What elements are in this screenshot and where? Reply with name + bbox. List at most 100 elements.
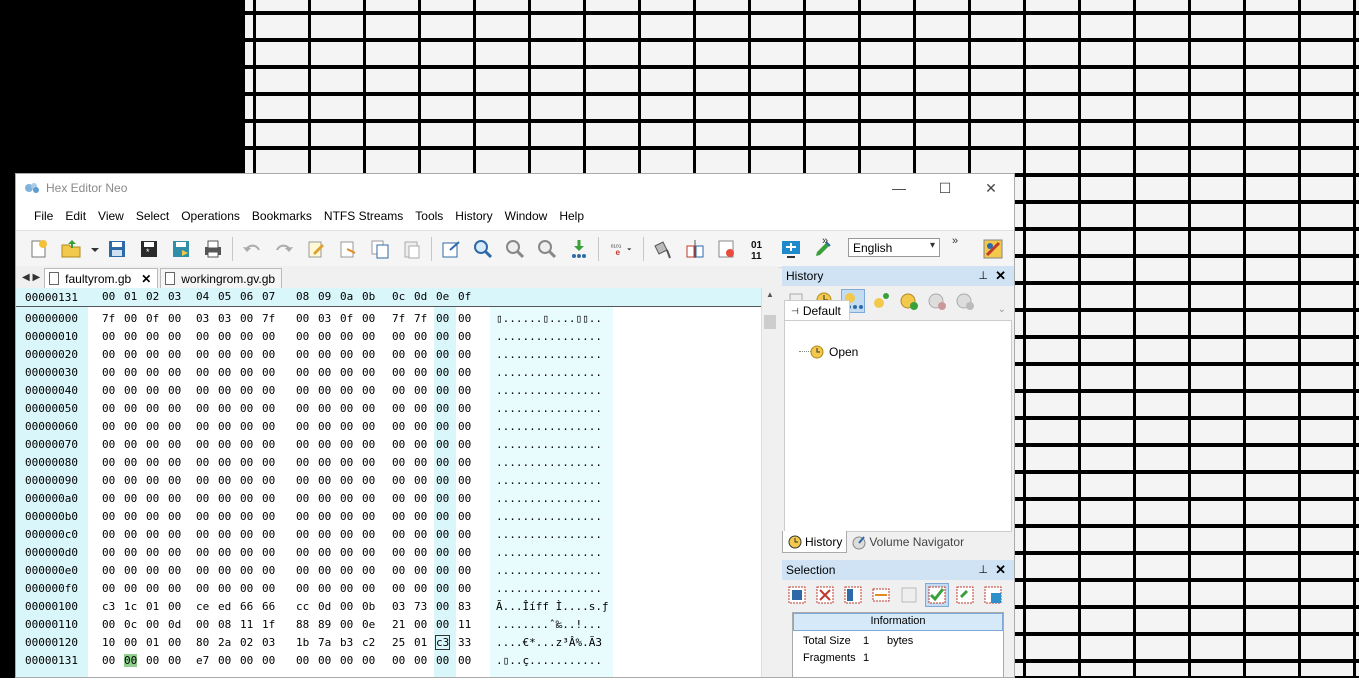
fill-icon[interactable] <box>650 236 676 262</box>
select-invert-icon[interactable] <box>842 584 864 606</box>
hex-byte[interactable]: 00 <box>240 456 253 469</box>
hex-byte[interactable]: 00 <box>318 456 331 469</box>
hex-byte[interactable]: 00 <box>318 420 331 433</box>
hex-byte[interactable]: 00 <box>458 456 471 469</box>
hex-byte[interactable]: 00 <box>146 348 159 361</box>
open-file-icon[interactable] <box>58 236 84 262</box>
hex-byte[interactable]: 1f <box>262 618 275 631</box>
hex-byte[interactable]: 00 <box>458 312 471 325</box>
hex-byte[interactable]: 00 <box>340 654 353 667</box>
print-icon[interactable] <box>200 236 226 262</box>
hex-byte[interactable]: 00 <box>436 474 449 487</box>
hex-byte[interactable]: 00 <box>318 654 331 667</box>
pin-icon[interactable]: ⊥ <box>978 563 988 576</box>
hex-byte[interactable]: c2 <box>362 636 375 649</box>
hex-byte[interactable]: 00 <box>168 438 181 451</box>
scroll-up-icon[interactable]: ▲ <box>766 290 774 299</box>
close-tab-icon[interactable]: ✕ <box>141 272 151 286</box>
hex-byte[interactable]: 00 <box>262 420 275 433</box>
hex-byte[interactable]: 00 <box>196 528 209 541</box>
hex-byte[interactable]: 00 <box>458 438 471 451</box>
hex-byte[interactable]: 00 <box>340 474 353 487</box>
hex-byte[interactable]: 7f <box>414 312 427 325</box>
hex-byte[interactable]: 83 <box>458 600 471 613</box>
hex-byte[interactable]: 00 <box>318 474 331 487</box>
hex-byte[interactable]: 00 <box>262 492 275 505</box>
hex-byte[interactable]: 00 <box>168 330 181 343</box>
hex-byte[interactable]: 00 <box>296 420 309 433</box>
select-export-icon[interactable] <box>982 584 1004 606</box>
hex-byte[interactable]: 00 <box>296 492 309 505</box>
hex-byte[interactable]: 00 <box>196 492 209 505</box>
hex-byte[interactable]: b3 <box>340 636 353 649</box>
hex-byte[interactable]: 00 <box>196 348 209 361</box>
hex-byte[interactable]: 00 <box>296 528 309 541</box>
hex-byte[interactable]: 00 <box>124 366 137 379</box>
hex-byte[interactable]: 00 <box>262 474 275 487</box>
menu-window[interactable]: Window <box>499 209 554 223</box>
hex-byte[interactable]: 00 <box>458 474 471 487</box>
hex-byte[interactable]: 00 <box>168 384 181 397</box>
hex-byte[interactable]: 66 <box>240 600 253 613</box>
hex-byte[interactable]: 00 <box>240 510 253 523</box>
ascii-text[interactable]: ................ <box>496 456 602 469</box>
hex-byte[interactable]: 11 <box>458 618 471 631</box>
hex-byte[interactable]: 00 <box>414 582 427 595</box>
close-button[interactable]: ✕ <box>968 174 1014 202</box>
menu-history[interactable]: History <box>449 209 498 223</box>
hex-byte[interactable]: 00 <box>340 366 353 379</box>
hex-byte[interactable]: 01 <box>146 600 159 613</box>
hex-byte[interactable]: 00 <box>318 528 331 541</box>
hex-byte[interactable]: 00 <box>168 510 181 523</box>
hex-byte[interactable]: 00 <box>362 456 375 469</box>
hex-byte[interactable]: 00 <box>168 546 181 559</box>
hex-byte[interactable]: 00 <box>124 474 137 487</box>
hex-byte[interactable]: 00 <box>296 456 309 469</box>
hex-byte[interactable]: 00 <box>196 546 209 559</box>
hex-byte[interactable]: 80 <box>196 636 209 649</box>
hex-byte[interactable]: 00 <box>458 402 471 415</box>
hex-byte[interactable]: 00 <box>340 420 353 433</box>
menu-edit[interactable]: Edit <box>59 209 92 223</box>
ascii-text[interactable]: ▯......▯....▯▯.. <box>496 312 602 325</box>
hex-byte[interactable]: 21 <box>392 618 405 631</box>
hex-byte[interactable]: 00 <box>218 564 231 577</box>
hex-byte[interactable]: 00 <box>102 348 115 361</box>
hex-byte[interactable]: 00 <box>218 474 231 487</box>
hex-byte[interactable]: 00 <box>196 420 209 433</box>
hex-byte[interactable]: 00 <box>458 384 471 397</box>
hex-byte[interactable]: 00 <box>340 528 353 541</box>
hex-byte[interactable]: 00 <box>262 546 275 559</box>
find-icon[interactable] <box>470 236 496 262</box>
hex-byte[interactable]: 00 <box>240 312 253 325</box>
hex-byte[interactable]: 00 <box>414 618 427 631</box>
hex-byte[interactable]: 00 <box>146 330 159 343</box>
hex-byte[interactable]: 00 <box>218 492 231 505</box>
hex-byte[interactable]: 00 <box>102 492 115 505</box>
hex-byte[interactable]: 00 <box>414 366 427 379</box>
hex-byte[interactable]: 00 <box>146 384 159 397</box>
hex-byte[interactable]: 00 <box>392 510 405 523</box>
hex-byte[interactable]: 00 <box>146 618 159 631</box>
hex-byte[interactable]: 00 <box>414 420 427 433</box>
hex-byte[interactable]: 00 <box>436 384 449 397</box>
minimize-button[interactable]: — <box>876 174 922 202</box>
hex-byte[interactable]: 00 <box>146 528 159 541</box>
hex-byte[interactable]: 00 <box>392 456 405 469</box>
hex-byte[interactable]: 00 <box>392 330 405 343</box>
hex-byte[interactable]: 00 <box>146 366 159 379</box>
hex-byte[interactable]: 00 <box>414 330 427 343</box>
hex-byte[interactable]: 00 <box>146 510 159 523</box>
hex-byte[interactable]: 00 <box>318 492 331 505</box>
hex-byte[interactable]: 0d <box>318 600 331 613</box>
hex-byte[interactable]: 00 <box>262 366 275 379</box>
open-dropdown-icon[interactable] <box>90 236 100 262</box>
scroll-thumb[interactable] <box>764 315 776 329</box>
hex-byte[interactable]: 00 <box>262 456 275 469</box>
hex-byte[interactable]: 00 <box>102 618 115 631</box>
paste-icon[interactable] <box>399 236 425 262</box>
tab-faultyrom[interactable]: faultyrom.gb ✕ <box>44 268 159 288</box>
hex-byte[interactable]: 00 <box>168 348 181 361</box>
hex-byte[interactable]: 00 <box>240 528 253 541</box>
hex-byte[interactable]: 00 <box>296 564 309 577</box>
